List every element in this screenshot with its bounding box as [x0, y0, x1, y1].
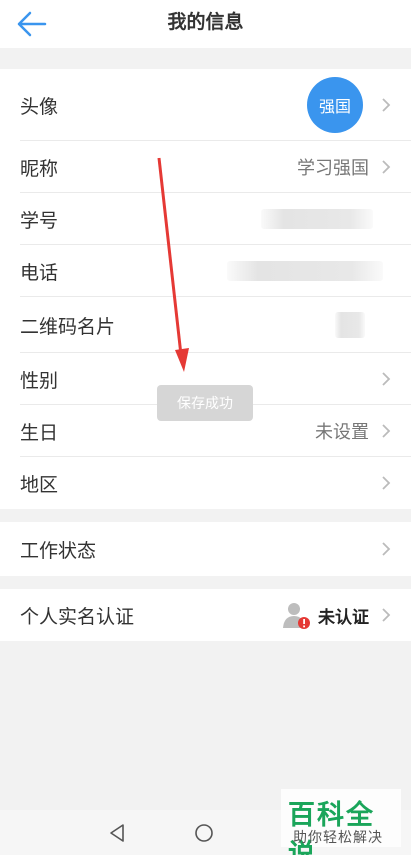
header-bar: 我的信息: [0, 0, 411, 48]
work-status-label: 工作状态: [20, 540, 97, 562]
verification-group: 个人实名认证 未认证: [0, 589, 411, 641]
chevron-right-icon: [382, 476, 391, 490]
row-avatar[interactable]: 头像 强国: [0, 69, 411, 141]
page-title: 我的信息: [167, 12, 244, 33]
blurred-qr-icon: [335, 312, 365, 338]
blurred-value: [261, 209, 373, 229]
row-qr-card[interactable]: 二维码名片: [0, 297, 411, 353]
watermark: 百科全说 助你轻松解决: [281, 789, 401, 855]
chevron-right-icon: [382, 160, 391, 174]
row-nickname[interactable]: 昵称 学习强国: [0, 141, 411, 193]
chevron-right-icon: [382, 372, 391, 386]
row-student-id[interactable]: 学号: [0, 193, 411, 245]
row-region[interactable]: 地区: [0, 457, 411, 509]
gender-label: 性别: [20, 370, 59, 392]
blurred-value: [227, 261, 383, 281]
chevron-right-icon: [382, 542, 391, 556]
nickname-value: 学习强国: [297, 158, 369, 178]
phone-label: 电话: [20, 262, 59, 284]
verification-status: 未认证: [318, 607, 369, 627]
row-verification[interactable]: 个人实名认证 未认证: [0, 589, 411, 641]
save-success-toast: 保存成功: [157, 385, 253, 421]
student-id-label: 学号: [20, 210, 59, 232]
row-work-status[interactable]: 工作状态: [0, 522, 411, 576]
qr-card-label: 二维码名片: [20, 316, 116, 338]
profile-group: 头像 强国 昵称 学习强国 学号 电话 二维码名片 性别 生日 未设置 地区: [0, 69, 411, 509]
chevron-right-icon: [382, 424, 391, 438]
birthday-label: 生日: [20, 422, 59, 444]
region-label: 地区: [20, 474, 59, 496]
avatar-label: 头像: [20, 96, 59, 118]
nickname-label: 昵称: [20, 158, 59, 180]
chevron-right-icon: [382, 98, 391, 112]
watermark-subtitle: 助你轻松解决: [293, 829, 383, 845]
user-warning-icon: [283, 603, 310, 629]
birthday-value: 未设置: [315, 422, 369, 442]
avatar: 强国: [307, 77, 363, 133]
work-status-group: 工作状态: [0, 522, 411, 576]
verification-label: 个人实名认证: [20, 606, 135, 628]
nav-back-icon[interactable]: [107, 822, 127, 844]
chevron-right-icon: [382, 608, 391, 622]
nav-home-icon[interactable]: [193, 822, 215, 844]
row-phone[interactable]: 电话: [0, 245, 411, 297]
